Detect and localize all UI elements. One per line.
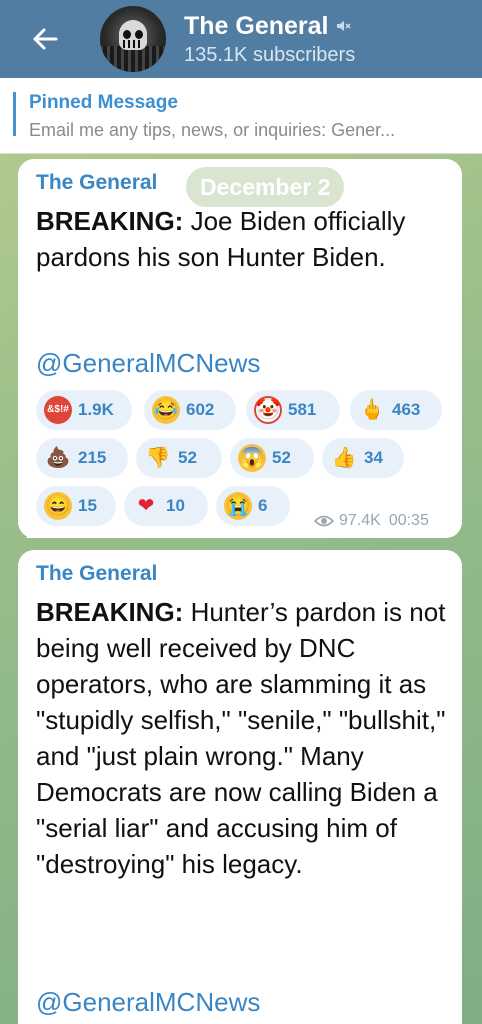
reaction-count: 602 (186, 400, 215, 419)
reaction-count: 15 (78, 496, 97, 515)
pinned-message-bar[interactable]: Pinned Message Email me any tips, news, … (0, 78, 482, 154)
clown-face-icon: 🤡 (254, 396, 282, 424)
angry-face-icon: &$!# (44, 396, 72, 424)
date-separator: December 2 (186, 167, 345, 207)
reaction-count: 215 (78, 448, 107, 467)
message-sender[interactable]: The General (36, 562, 157, 586)
reaction-heart[interactable]: ❤ 10 (124, 486, 208, 526)
crying-face-icon: 😭 (224, 492, 252, 520)
pinned-text: Email me any tips, news, or inquiries: G… (29, 120, 396, 140)
pinned-title: Pinned Message (29, 92, 178, 113)
reaction-thumbs-down[interactable]: 👎 52 (136, 438, 222, 478)
subscriber-count: 135.1K subscribers (184, 43, 356, 66)
message-bold-prefix: BREAKING: (36, 597, 184, 627)
reaction-count: 6 (258, 496, 268, 515)
reaction-thumbs-up[interactable]: 👍 34 (322, 438, 404, 478)
channel-link[interactable]: @GeneralMCNews (36, 984, 456, 1020)
channel-info[interactable]: The General 135.1K subscribers (184, 12, 355, 67)
message-meta: 97.4K 00:35 (314, 512, 429, 530)
red-heart-icon: ❤ (137, 495, 155, 517)
message-text: BREAKING: Joe Biden officially pardons h… (36, 203, 456, 275)
reaction-screaming[interactable]: 😱 52 (230, 438, 314, 478)
thumbs-up-icon: 👍 (331, 447, 357, 469)
arrow-left-icon (33, 28, 58, 50)
thumbs-down-icon: 👎 (145, 447, 171, 469)
reaction-clown[interactable]: 🤡 581 (246, 390, 340, 430)
reaction-middle-finger[interactable]: 🖕 463 (350, 390, 442, 430)
reaction-count: 1.9K (78, 400, 114, 419)
view-count: 97.4K (339, 512, 381, 529)
muted-speaker-icon (336, 21, 351, 31)
message-sender[interactable]: The General (36, 171, 157, 195)
reaction-count: 10 (166, 496, 185, 515)
reaction-count: 581 (288, 400, 317, 419)
reaction-count: 52 (272, 448, 291, 467)
screaming-face-icon: 😱 (238, 444, 266, 472)
reaction-count: 34 (364, 448, 383, 467)
channel-title: The General (184, 11, 329, 40)
reaction-angry[interactable]: &$!# 1.9K (36, 390, 132, 430)
channel-link[interactable]: @GeneralMCNews (36, 345, 456, 381)
reaction-poop[interactable]: 💩 215 (36, 438, 128, 478)
reaction-count: 52 (178, 448, 197, 467)
reaction-crying[interactable]: 😭 6 (216, 486, 290, 526)
reaction-rofl[interactable]: 😂 602 (144, 390, 236, 430)
poop-icon: 💩 (45, 447, 71, 469)
bubble-tail (26, 522, 40, 538)
reaction-grinning[interactable]: 😄 15 (36, 486, 116, 526)
rofl-face-icon: 😂 (152, 396, 180, 424)
message-bubble[interactable]: The General BREAKING: Joe Biden official… (18, 159, 462, 538)
grinning-face-icon: 😄 (44, 492, 72, 520)
message-body: Hunter’s pardon is not being well receiv… (36, 597, 446, 879)
back-button[interactable] (30, 24, 60, 54)
channel-avatar[interactable] (100, 6, 166, 72)
message-text: BREAKING: Hunter’s pardon is not being w… (36, 594, 446, 882)
views-eye-icon (314, 515, 334, 527)
middle-finger-icon: 🖕 (359, 399, 385, 421)
message-bubble[interactable]: The General BREAKING: Hunter’s pardon is… (18, 550, 462, 1024)
chat-header: The General 135.1K subscribers (0, 0, 482, 78)
pinned-indicator (13, 92, 16, 136)
message-bold-prefix: BREAKING: (36, 206, 184, 236)
reaction-count: 463 (392, 400, 421, 419)
message-time: 00:35 (388, 512, 429, 529)
